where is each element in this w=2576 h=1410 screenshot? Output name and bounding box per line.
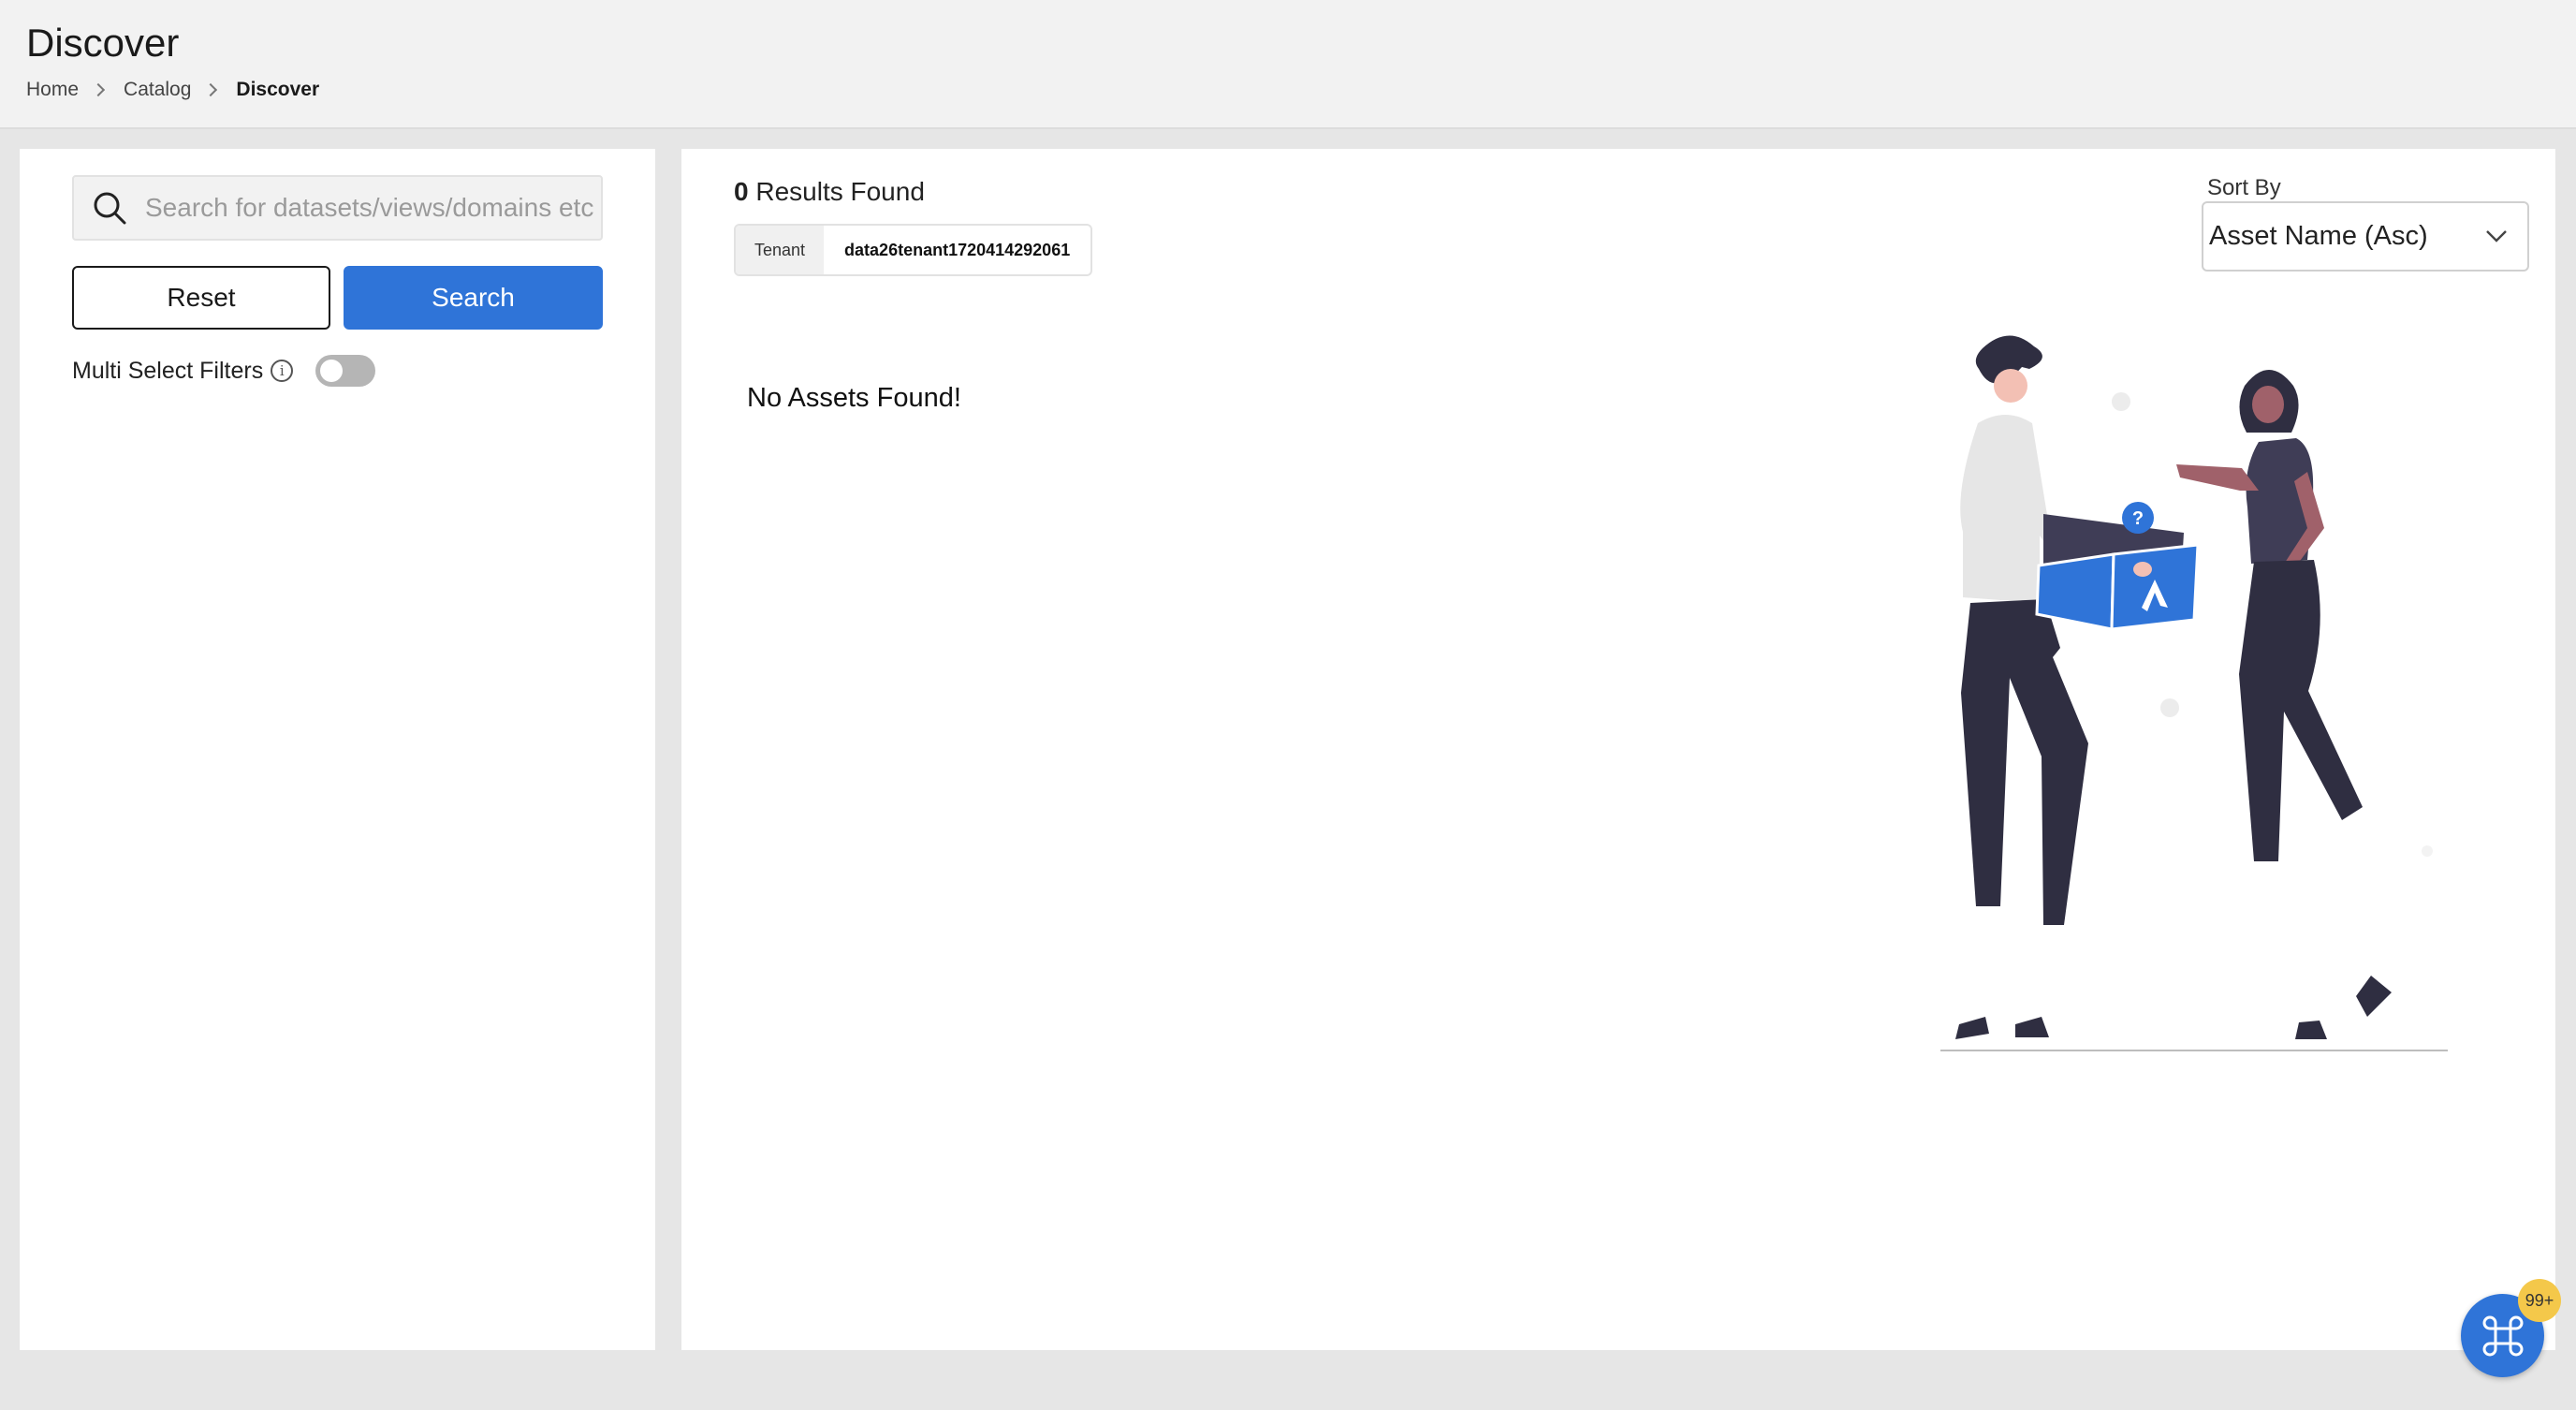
page-header: Discover Home Catalog Discover — [0, 0, 2576, 129]
results-count-suffix: Results Found — [755, 177, 925, 206]
multi-select-filters: Multi Select Filters i — [72, 355, 376, 387]
multi-select-toggle[interactable] — [315, 355, 376, 387]
tenant-chip-label: Tenant — [736, 226, 825, 274]
breadcrumb-discover: Discover — [236, 79, 320, 100]
empty-state-illustration: ? — [1940, 335, 2448, 1051]
search-button[interactable]: Search — [344, 266, 603, 330]
chevron-right-icon — [91, 82, 106, 97]
chevron-down-icon — [2486, 230, 2507, 242]
empty-state-message: No Assets Found! — [747, 383, 961, 413]
toggle-knob — [320, 360, 344, 382]
filter-panel: Reset Search Multi Select Filters i — [20, 149, 655, 1350]
svg-text:?: ? — [2132, 508, 2144, 529]
sort-by-value: Asset Name (Asc) — [2209, 221, 2428, 251]
chevron-right-icon — [204, 82, 218, 97]
results-panel: 0 Results Found Tenant data26tenant17204… — [681, 149, 2555, 1350]
results-count: 0 Results Found — [734, 177, 925, 207]
breadcrumb-home[interactable]: Home — [26, 79, 79, 101]
info-icon[interactable]: i — [271, 360, 294, 382]
reset-button[interactable]: Reset — [72, 266, 330, 330]
tenant-filter-chip[interactable]: Tenant data26tenant1720414292061 — [734, 224, 1093, 276]
search-input[interactable] — [145, 193, 594, 223]
page-title: Discover — [26, 21, 180, 65]
notification-badge: 99+ — [2518, 1279, 2561, 1322]
sort-by-label: Sort By — [2207, 175, 2281, 200]
results-count-number: 0 — [734, 177, 749, 206]
multi-select-label: Multi Select Filters — [72, 357, 264, 384]
search-box[interactable] — [72, 175, 603, 241]
breadcrumb-catalog[interactable]: Catalog — [124, 79, 191, 101]
command-icon — [2482, 1315, 2523, 1356]
search-icon — [94, 192, 126, 225]
sort-by-select[interactable]: Asset Name (Asc) — [2202, 201, 2529, 272]
breadcrumb: Home Catalog Discover — [26, 79, 319, 101]
tenant-chip-value: data26tenant1720414292061 — [844, 240, 1071, 259]
